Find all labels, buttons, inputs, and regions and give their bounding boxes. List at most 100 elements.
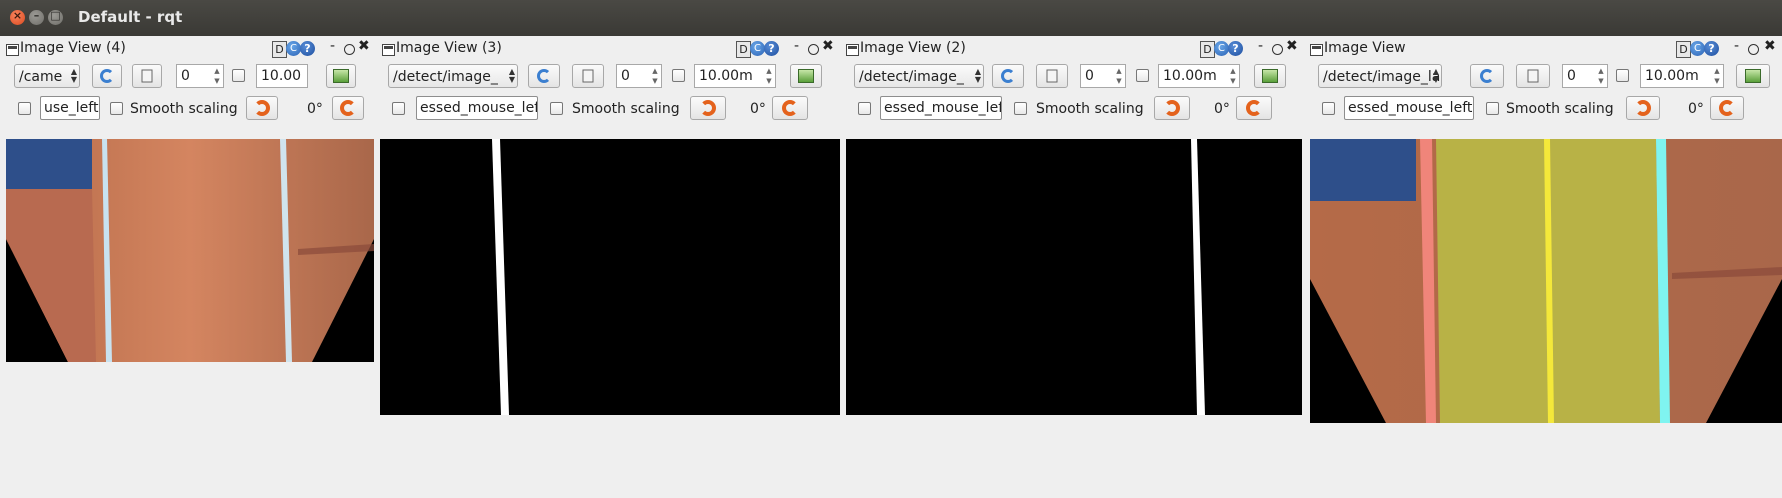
window-close-button[interactable]: × <box>10 9 25 25</box>
panel-title: Image View <box>1324 40 1406 56</box>
smoothing-spinbox[interactable]: 0 ▲ ▼ <box>1562 64 1608 88</box>
panel-window-icon <box>6 44 19 56</box>
panel-toolbar: /detect/image_ ▲ ▼ 0 ▲ ▼ 10.00m ▲ ▼ <box>380 64 840 94</box>
save-image-button[interactable] <box>1254 64 1286 88</box>
freeze-button[interactable] <box>1036 64 1068 88</box>
rotate-left-button[interactable] <box>1154 96 1190 120</box>
reload-plugin-icon[interactable]: C <box>286 41 301 56</box>
help-icon[interactable]: ? <box>300 41 315 56</box>
refresh-icon <box>537 69 551 83</box>
smooth-scaling-checkbox[interactable] <box>110 102 123 115</box>
mouse-topic-field[interactable]: essed_mouse_left <box>1344 96 1474 120</box>
mouse-topic-field[interactable]: essed_mouse_left <box>416 96 538 120</box>
dynamic-range-checkbox[interactable] <box>232 69 245 82</box>
topic-select[interactable]: /came ▲ ▼ <box>14 64 80 88</box>
close-panel-icon[interactable]: ✖ <box>1764 38 1776 54</box>
chevron-updown-icon: ▲ ▼ <box>1432 67 1439 84</box>
rotate-right-button[interactable] <box>772 96 808 120</box>
max-range-spinbox[interactable]: 10.00m ▲ ▼ <box>1158 64 1240 88</box>
mouse-topic-field[interactable]: use_left <box>40 96 100 120</box>
refresh-topics-button[interactable] <box>528 64 560 88</box>
save-image-button[interactable] <box>790 64 822 88</box>
window-maximize-button[interactable]: □ <box>48 9 63 25</box>
dynamic-range-checkbox[interactable] <box>1136 69 1149 82</box>
float-panel-icon[interactable] <box>1748 44 1759 55</box>
close-panel-icon[interactable]: ✖ <box>358 38 370 54</box>
camera-image-render <box>6 139 374 362</box>
close-panel-icon[interactable]: ✖ <box>822 38 834 54</box>
smooth-scaling-checkbox[interactable] <box>550 102 563 115</box>
rotate-left-button[interactable] <box>1626 96 1660 120</box>
reload-plugin-icon[interactable]: C <box>1214 41 1229 56</box>
float-panel-icon[interactable] <box>1272 44 1283 55</box>
rotate-right-icon <box>782 100 798 116</box>
rotation-label: 0° <box>750 101 766 117</box>
freeze-icon <box>1527 69 1539 83</box>
help-icon[interactable]: ? <box>764 41 779 56</box>
minimize-panel-icon[interactable]: - <box>1734 38 1739 54</box>
panel-toolbar: /came ▲ ▼ 0 ▲ ▼ 10.00 <box>4 64 376 94</box>
dynamic-range-checkbox[interactable] <box>672 69 685 82</box>
rotation-label: 0° <box>1688 101 1704 117</box>
minimize-panel-icon[interactable]: - <box>330 38 335 54</box>
panel-toolbar: /detect/image_ ▲ ▼ 0 ▲ ▼ 10.00m ▲ ▼ <box>844 64 1304 94</box>
minimize-panel-icon[interactable]: - <box>1258 38 1263 54</box>
smoothing-spinbox[interactable]: 0 ▲ ▼ <box>176 64 224 88</box>
rotate-right-button[interactable] <box>1236 96 1272 120</box>
freeze-button[interactable] <box>572 64 604 88</box>
publish-mouse-checkbox[interactable] <box>18 102 31 115</box>
minimize-panel-icon[interactable]: - <box>794 38 799 54</box>
smoothing-spinbox[interactable]: 0 ▲ ▼ <box>1080 64 1126 88</box>
freeze-button[interactable] <box>1516 64 1550 88</box>
close-panel-icon[interactable]: ✖ <box>1286 38 1298 54</box>
save-image-button[interactable] <box>326 64 356 88</box>
rotate-right-button[interactable] <box>332 96 364 120</box>
publish-mouse-checkbox[interactable] <box>858 102 871 115</box>
panel-toolbar-2: essed_mouse_left Smooth scaling 0° <box>1308 96 1782 128</box>
publish-mouse-checkbox[interactable] <box>1322 102 1335 115</box>
dock-icon[interactable]: D <box>736 41 751 58</box>
save-image-icon <box>1262 69 1278 83</box>
max-range-spinbox[interactable]: 10.00m ▲ ▼ <box>694 64 776 88</box>
smooth-scaling-label: Smooth scaling <box>1506 101 1614 117</box>
reload-plugin-icon[interactable]: C <box>750 41 765 56</box>
float-panel-icon[interactable] <box>808 44 819 55</box>
topic-select[interactable]: /detect/image_ ▲ ▼ <box>388 64 518 88</box>
max-range-spinbox[interactable]: 10.00m ▲ ▼ <box>1640 64 1724 88</box>
refresh-topics-button[interactable] <box>92 64 122 88</box>
smoothing-spinbox[interactable]: 0 ▲ ▼ <box>616 64 662 88</box>
rotate-left-button[interactable] <box>246 96 278 120</box>
panel-toolbar-2: essed_mouse_left Smooth scaling 0° <box>380 96 840 128</box>
publish-mouse-checkbox[interactable] <box>392 102 405 115</box>
chevron-updown-icon: ▲ ▼ <box>508 67 515 84</box>
freeze-icon <box>141 69 153 83</box>
topic-select[interactable]: /detect/image_la ▲ ▼ <box>1318 64 1442 88</box>
dock-icon[interactable]: D <box>1676 41 1691 58</box>
refresh-icon <box>1001 69 1015 83</box>
reload-plugin-icon[interactable]: C <box>1690 41 1705 56</box>
float-panel-icon[interactable] <box>344 44 355 55</box>
smooth-scaling-checkbox[interactable] <box>1014 102 1027 115</box>
help-icon[interactable]: ? <box>1704 41 1719 56</box>
mouse-topic-field[interactable]: essed_mouse_left <box>880 96 1002 120</box>
refresh-topics-button[interactable] <box>992 64 1024 88</box>
minimize-icon: – <box>33 9 40 22</box>
rotate-right-button[interactable] <box>1710 96 1744 120</box>
smooth-scaling-label: Smooth scaling <box>1036 101 1144 117</box>
save-image-button[interactable] <box>1736 64 1770 88</box>
rotate-left-button[interactable] <box>690 96 726 120</box>
dock-icon[interactable]: D <box>1200 41 1215 58</box>
dynamic-range-checkbox[interactable] <box>1616 69 1629 82</box>
freeze-button[interactable] <box>132 64 162 88</box>
help-icon[interactable]: ? <box>1228 41 1243 56</box>
topic-select[interactable]: /detect/image_ ▲ ▼ <box>854 64 984 88</box>
dock-icon[interactable]: D <box>272 41 287 58</box>
max-range-spinbox[interactable]: 10.00 <box>256 64 308 88</box>
save-image-icon <box>798 69 814 83</box>
window-minimize-button[interactable]: – <box>29 9 44 25</box>
refresh-topics-button[interactable] <box>1470 64 1504 88</box>
lane-overlay-image <box>1310 139 1782 423</box>
panel-toolbar-2: use_left Smooth scaling 0° <box>4 96 376 128</box>
smooth-scaling-checkbox[interactable] <box>1486 102 1499 115</box>
panel-window-icon <box>1310 44 1323 56</box>
